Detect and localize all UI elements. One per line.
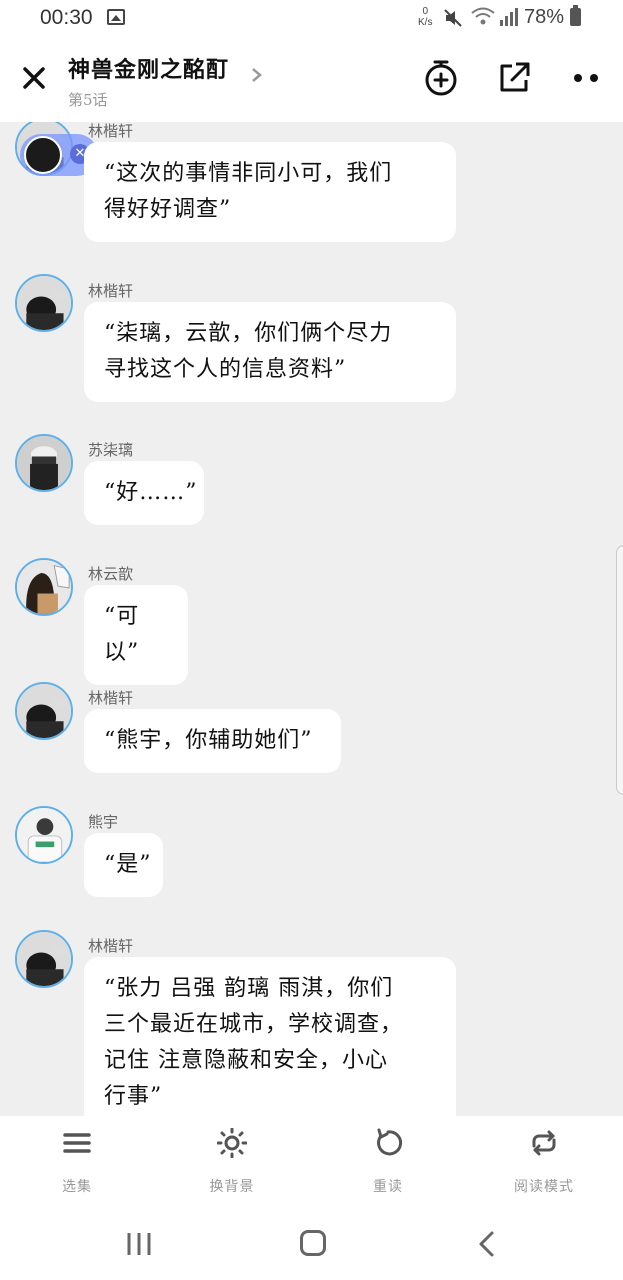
- list-icon: [63, 1133, 91, 1153]
- avatar-photo-icon: [17, 436, 71, 490]
- message-bubble: “熊宇，你辅助她们”: [84, 709, 341, 773]
- message-line: 寻找这个人的信息资料”: [104, 357, 347, 382]
- message-line: 得好好调查”: [104, 197, 232, 222]
- back-icon[interactable]: [474, 1230, 500, 1258]
- battery-icon: [570, 5, 581, 26]
- battery-percent: 78%: [524, 6, 565, 28]
- mute-icon: [444, 9, 462, 27]
- message-bubble: “是”: [84, 833, 163, 897]
- toolbar-label: 阅读模式: [514, 1179, 574, 1195]
- net-speed-unit: K/s: [418, 17, 433, 28]
- toolbar-replay-button[interactable]: 重读: [338, 1116, 438, 1210]
- message-line: “好……”: [104, 480, 198, 505]
- app-header: 神兽金刚之酩酊 第5话: [0, 38, 623, 122]
- wifi-icon: [471, 7, 495, 25]
- page-title[interactable]: 神兽金刚之酩酊: [68, 52, 229, 84]
- chat-area[interactable]: ✕ 林楷轩 “这次的事情非同小可，我们 得好好调查” 林楷轩 “柒璃，云歆，你们…: [0, 122, 623, 1116]
- toolbar-label: 重读: [373, 1179, 403, 1195]
- toolbar-label: 选集: [62, 1179, 92, 1195]
- sender-name: 林楷轩: [88, 122, 134, 140]
- avatar-photo-icon: [17, 684, 71, 738]
- toolbar-background-button[interactable]: 换背景: [182, 1116, 282, 1210]
- share-icon[interactable]: [494, 58, 534, 98]
- more-icon[interactable]: [566, 58, 606, 98]
- message-bubble: “张力 吕强 韵璃 雨淇，你们 三个最近在城市，学校调查， 记住 注意隐蔽和安全…: [84, 957, 456, 1116]
- home-icon[interactable]: [300, 1230, 326, 1256]
- message-line: 行事”: [104, 1084, 163, 1109]
- signal-icon: [500, 8, 518, 26]
- message-bubble: “好……”: [84, 461, 204, 525]
- message-line: “可以”: [104, 604, 140, 665]
- image-notification-icon: [107, 9, 125, 25]
- chevron-right-icon[interactable]: [248, 66, 266, 84]
- message-bubble: “可以”: [84, 585, 188, 685]
- sender-name: 林楷轩: [88, 689, 134, 707]
- avatar[interactable]: [15, 274, 73, 332]
- message-line: “熊宇，你辅助她们”: [104, 728, 313, 753]
- floating-player-ball[interactable]: [24, 136, 62, 174]
- sender-name: 熊宇: [88, 813, 119, 831]
- avatar-photo-icon: [17, 560, 71, 614]
- avatar-photo-icon: [17, 276, 71, 330]
- avatar[interactable]: [15, 558, 73, 616]
- avatar[interactable]: [15, 930, 73, 988]
- toolbar-label: 换背景: [209, 1179, 255, 1195]
- system-nav-bar: [0, 1210, 623, 1280]
- toolbar-reading-mode-button[interactable]: 阅读模式: [494, 1116, 594, 1210]
- status-time: 00:30: [40, 6, 93, 29]
- recent-apps-icon[interactable]: [126, 1231, 152, 1257]
- message-line: “张力 吕强 韵璃 雨淇，你们: [104, 976, 394, 1001]
- loop-icon: [532, 1130, 556, 1156]
- message-line: 记住 注意隐蔽和安全，小心: [104, 1048, 388, 1073]
- avatar[interactable]: [15, 682, 73, 740]
- replay-icon: [377, 1128, 403, 1156]
- sender-name: 林楷轩: [88, 282, 134, 300]
- bottom-toolbar: 选集 换背景 重读 阅读模式: [0, 1116, 623, 1210]
- add-timer-icon[interactable]: [421, 58, 461, 98]
- sender-name: 林楷轩: [88, 937, 134, 955]
- sender-name: 苏柒璃: [88, 441, 134, 459]
- sender-name: 林云歆: [88, 565, 134, 583]
- net-speed-indicator: 0 K/s: [418, 6, 432, 28]
- close-icon[interactable]: [18, 62, 50, 94]
- avatar[interactable]: [15, 806, 73, 864]
- episode-subtitle: 第5话: [68, 91, 108, 109]
- net-speed-value: 0: [422, 6, 428, 17]
- avatar-photo-icon: [17, 808, 71, 862]
- avatar-photo-icon: [17, 932, 71, 986]
- brightness-icon: [217, 1128, 247, 1158]
- message-line: “柒璃，云歆，你们俩个尽力: [104, 321, 393, 346]
- message-line: “这次的事情非同小可，我们: [104, 161, 393, 186]
- message-bubble: “柒璃，云歆，你们俩个尽力 寻找这个人的信息资料”: [84, 302, 456, 402]
- side-drawer-handle[interactable]: [616, 545, 623, 795]
- status-bar: 00:30 0 K/s 78%: [0, 0, 623, 38]
- message-line: “是”: [104, 852, 152, 877]
- message-bubble: “这次的事情非同小可，我们 得好好调查”: [84, 142, 456, 242]
- message-line: 三个最近在城市，学校调查，: [104, 1012, 404, 1037]
- avatar[interactable]: [15, 434, 73, 492]
- toolbar-episodes-button[interactable]: 选集: [27, 1116, 127, 1210]
